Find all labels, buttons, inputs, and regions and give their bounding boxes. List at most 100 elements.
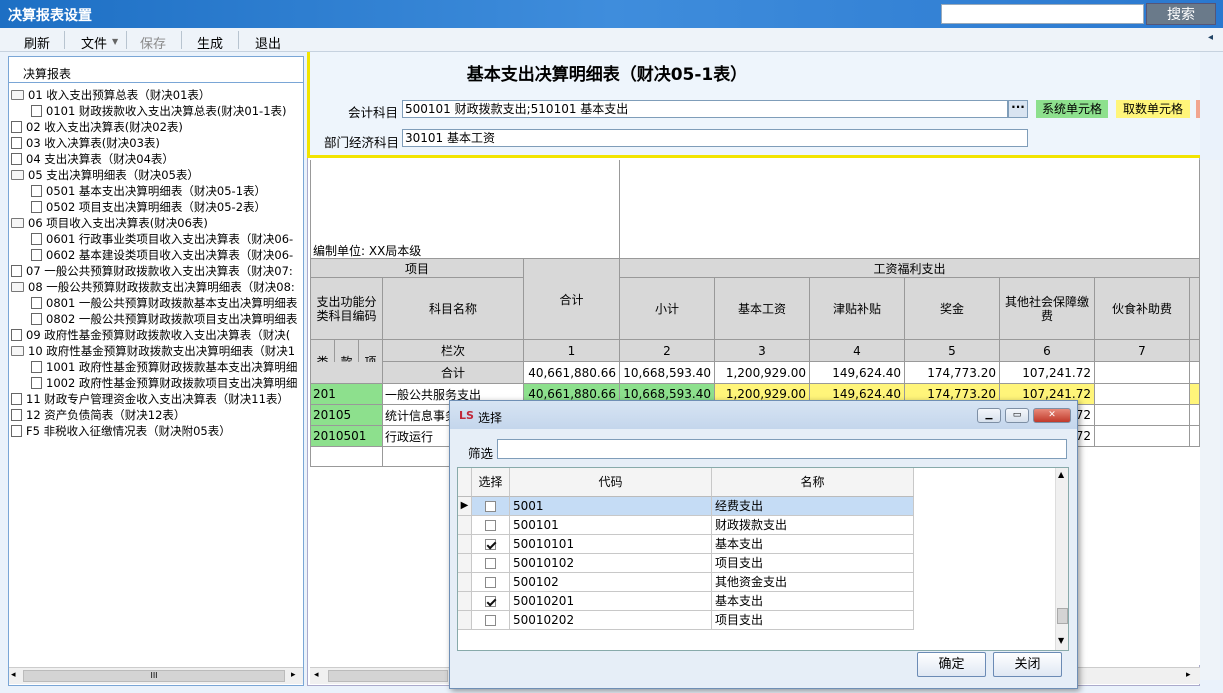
name-column-header[interactable]: 名称	[712, 468, 914, 497]
checkbox[interactable]	[485, 558, 496, 569]
row-value-more[interactable]	[1190, 426, 1200, 447]
row-value-more[interactable]	[1190, 384, 1200, 405]
row-indicator[interactable]	[458, 611, 472, 630]
tree-item[interactable]: 08 一般公共预算财政拨款支出决算明细表（财决08:	[11, 279, 302, 295]
exit-button[interactable]: 退出	[255, 33, 281, 52]
row-indicator[interactable]	[458, 573, 472, 592]
code-cell[interactable]: 50010201	[510, 592, 712, 611]
select-checkbox-cell[interactable]	[472, 497, 510, 516]
tree-item[interactable]: 05 支出决算明细表（财决05表）	[11, 167, 302, 183]
name-cell[interactable]: 经费支出	[712, 497, 914, 516]
select-column-header[interactable]: 选择	[472, 468, 510, 497]
tree-item[interactable]: 07 一般公共预算财政拨款收入支出决算表（财决07:	[11, 263, 302, 279]
sum-cell[interactable]: 40,661,880.66	[524, 362, 620, 384]
tree-item[interactable]: 0601 行政事业类项目收入支出决算表（财决06-	[11, 231, 302, 247]
maximize-icon[interactable]: ▭	[1005, 408, 1029, 423]
tree-item[interactable]: 11 财政专户管理资金收入支出决算表（财决11表）	[11, 391, 302, 407]
tree-item[interactable]: 01 收入支出预算总表（财决01表）	[11, 87, 302, 103]
tree-item[interactable]: 0502 项目支出决算明细表（财决05-2表）	[11, 199, 302, 215]
checkbox[interactable]	[485, 577, 496, 588]
scroll-left-icon[interactable]: ◂	[314, 670, 319, 680]
collapse-icon[interactable]: ◂	[1208, 32, 1213, 43]
row-value-cell[interactable]	[1095, 384, 1190, 405]
row-indicator[interactable]	[458, 554, 472, 573]
code-cell[interactable]: 500101	[510, 516, 712, 535]
row-code-cell[interactable]: 201	[310, 384, 383, 405]
sum-cell[interactable]: 149,624.40	[810, 362, 905, 384]
code-cell[interactable]: 50010102	[510, 554, 712, 573]
name-cell[interactable]: 财政拨款支出	[712, 516, 914, 535]
search-button[interactable]: 搜索	[1146, 3, 1216, 25]
row-code-cell[interactable]: 20105	[310, 405, 383, 426]
name-cell[interactable]: 项目支出	[712, 554, 914, 573]
tree-item[interactable]: 0801 一般公共预算财政拨款基本支出决算明细表	[11, 295, 302, 311]
scroll-right-icon[interactable]: ▸	[291, 670, 296, 680]
code-cell[interactable]: 50010202	[510, 611, 712, 630]
tree-item[interactable]: 0501 基本支出决算明细表（财决05-1表）	[11, 183, 302, 199]
current-row-icon[interactable]: ▶	[458, 497, 472, 516]
checkbox[interactable]	[485, 520, 496, 531]
row-code-cell[interactable]: 2010501	[310, 426, 383, 447]
code-cell[interactable]: 500102	[510, 573, 712, 592]
checkbox[interactable]	[485, 501, 496, 512]
tree-item[interactable]: F5 非税收入征缴情况表（财决附05表）	[11, 423, 302, 439]
scroll-thumb[interactable]: III	[23, 670, 285, 682]
tree-item[interactable]: 1002 政府性基金预算财政拨款项目支出决算明细	[11, 375, 302, 391]
filter-input[interactable]	[497, 439, 1067, 459]
tree-item[interactable]: 10 政府性基金预算财政拨款支出决算明细表（财决1	[11, 343, 302, 359]
scroll-down-icon[interactable]: ▼	[1058, 636, 1064, 645]
row-indicator[interactable]	[458, 535, 472, 554]
save-button[interactable]: 保存	[140, 33, 166, 52]
tree-horizontal-scrollbar[interactable]: ◂ III ▸	[9, 667, 303, 684]
file-menu-button[interactable]: 文件	[81, 33, 107, 52]
sum-code-cell[interactable]	[310, 362, 383, 384]
checkbox[interactable]	[485, 539, 496, 550]
select-checkbox-cell[interactable]	[472, 535, 510, 554]
tree-item[interactable]: 12 资产负债简表（财决12表）	[11, 407, 302, 423]
tree-item[interactable]: 03 收入决算表(财决03表)	[11, 135, 302, 151]
sum-cell[interactable]: 10,668,593.40	[620, 362, 715, 384]
name-cell[interactable]: 基本支出	[712, 535, 914, 554]
code-column-header[interactable]: 代码	[510, 468, 712, 497]
tree-item[interactable]: 1001 政府性基金预算财政拨款基本支出决算明细	[11, 359, 302, 375]
scroll-thumb[interactable]	[1057, 608, 1068, 624]
code-cell[interactable]: 50010101	[510, 535, 712, 554]
select-checkbox-cell[interactable]	[472, 516, 510, 535]
refresh-button[interactable]: 刷新	[24, 33, 50, 52]
grid-vertical-scrollbar[interactable]	[1200, 160, 1220, 680]
name-cell[interactable]: 其他资金支出	[712, 573, 914, 592]
scroll-right-icon[interactable]: ▸	[1186, 670, 1191, 680]
sum-cell[interactable]: 1,200,929.00	[715, 362, 810, 384]
empty-cell[interactable]	[310, 447, 383, 467]
select-checkbox-cell[interactable]	[472, 573, 510, 592]
sum-cell-more[interactable]	[1190, 362, 1200, 384]
ok-button[interactable]: 确定	[917, 652, 986, 677]
sum-cell[interactable]: 107,241.72	[1000, 362, 1095, 384]
dept-account-field[interactable]: 30101 基本工资	[402, 129, 1028, 147]
name-cell[interactable]: 项目支出	[712, 611, 914, 630]
checkbox[interactable]	[485, 615, 496, 626]
tree-item[interactable]: 0802 一般公共预算财政拨款项目支出决算明细表	[11, 311, 302, 327]
row-value-more[interactable]	[1190, 405, 1200, 426]
minimize-icon[interactable]: ▁	[977, 408, 1001, 423]
search-input[interactable]	[941, 4, 1144, 24]
scroll-thumb[interactable]	[328, 670, 448, 682]
account-field[interactable]: 500101 财政拨款支出;510101 基本支出	[402, 100, 1008, 118]
row-indicator[interactable]	[458, 516, 472, 535]
generate-button[interactable]: 生成	[197, 33, 223, 52]
select-checkbox-cell[interactable]	[472, 592, 510, 611]
tree-item[interactable]: 04 支出决算表（财决04表）	[11, 151, 302, 167]
row-indicator[interactable]	[458, 592, 472, 611]
row-value-cell[interactable]	[1095, 426, 1190, 447]
scroll-up-icon[interactable]: ▲	[1058, 470, 1064, 479]
tree-item[interactable]: 0101 财政拨款收入支出决算总表(财决01-1表)	[11, 103, 302, 119]
tree-item[interactable]: 0602 基本建设类项目收入支出决算表（财决06-	[11, 247, 302, 263]
tree-item[interactable]: 02 收入支出决算表(财决02表)	[11, 119, 302, 135]
row-value-cell[interactable]	[1095, 405, 1190, 426]
tree-item[interactable]: 09 政府性基金预算财政拨款收入支出决算表（财决(	[11, 327, 302, 343]
name-cell[interactable]: 基本支出	[712, 592, 914, 611]
ellipsis-button[interactable]: ···	[1008, 100, 1028, 118]
code-cell[interactable]: 5001	[510, 497, 712, 516]
sum-cell[interactable]	[1095, 362, 1190, 384]
close-icon[interactable]: ✕	[1033, 408, 1071, 423]
